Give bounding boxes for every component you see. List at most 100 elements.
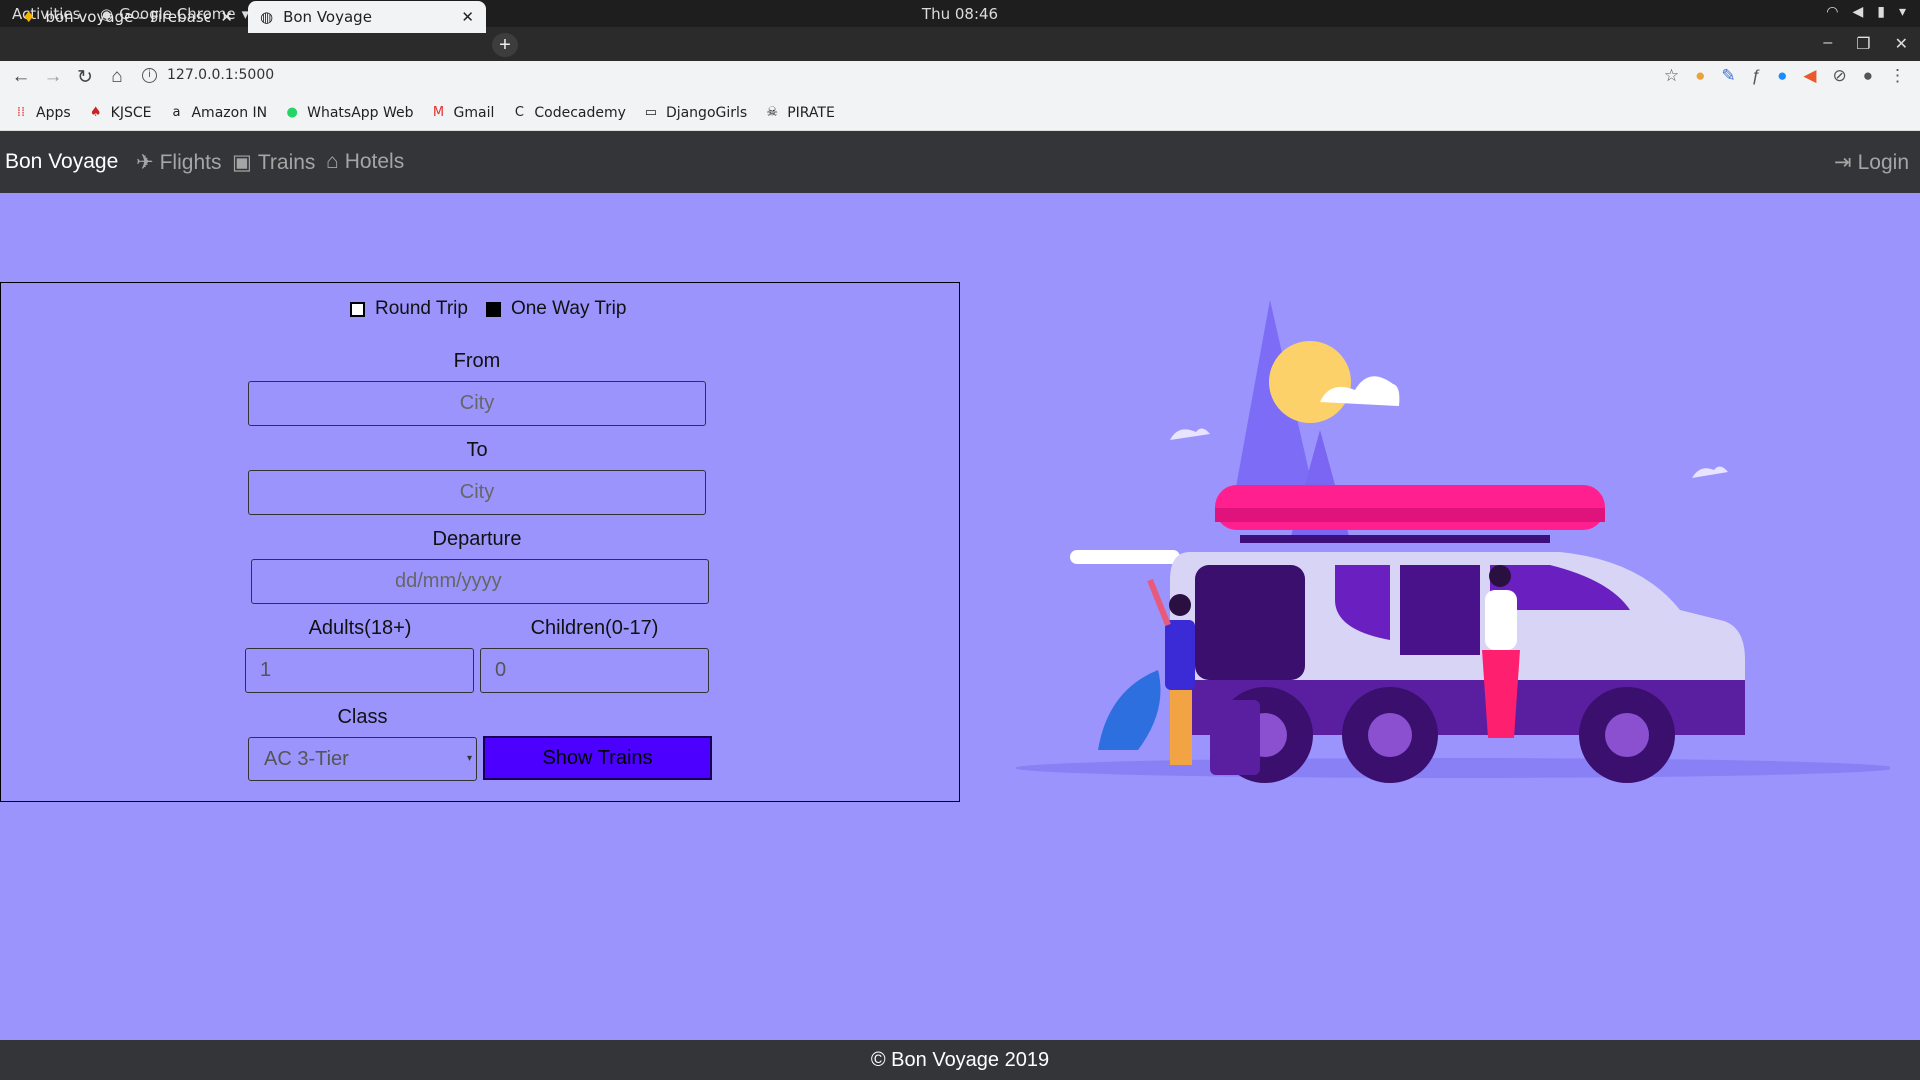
person-arm-shape [1147, 578, 1171, 627]
bookmark-pirate[interactable]: ☠ PIRATE [765, 105, 834, 121]
wheel-hub-shape [1605, 713, 1649, 757]
person-head-shape [1489, 565, 1511, 587]
forward-icon[interactable]: → [41, 66, 65, 88]
extensions-area: ☆ ● ✎ ƒ ● ◀ ⊘ ● ⋮ [1664, 66, 1906, 86]
whatsapp-icon: ● [286, 105, 298, 120]
person-head-shape [1169, 594, 1191, 616]
kjsce-icon: ♠ [89, 105, 102, 120]
tab-firebase[interactable]: ♦ bon voyage – Firebase co ✕ [10, 1, 245, 33]
children-input[interactable]: 0 [480, 648, 709, 693]
nav-login[interactable]: ⇥ Login [1834, 150, 1909, 175]
one-way-trip-label[interactable]: One Way Trip [511, 298, 626, 320]
close-icon[interactable]: ✕ [461, 8, 474, 26]
bookmark-kjsce[interactable]: ♠ KJSCE [89, 105, 152, 121]
person-pants-shape [1170, 690, 1192, 765]
maximize-icon[interactable]: ❐ [1856, 34, 1870, 54]
wifi-icon: ◠ [1826, 4, 1839, 20]
close-window-icon[interactable]: ✕ [1895, 34, 1908, 54]
footer-text: © Bon Voyage 2019 [870, 1049, 1050, 1071]
nav-trains[interactable]: ▣ Trains [232, 150, 315, 175]
apps-grid-icon: ⁞⁞ [16, 105, 26, 120]
address-bar[interactable]: i 127.0.0.1:5000 [142, 67, 274, 83]
bookmarks-bar: ⁞⁞ Apps ♠ KJSCE a Amazon IN ● WhatsApp Web M… [0, 95, 1920, 131]
bookmark-amazon[interactable]: a Amazon IN [169, 105, 268, 121]
tailgate-shape [1070, 550, 1180, 564]
children-label: Children(0-17) [530, 617, 659, 639]
new-tab-button[interactable]: + [492, 33, 518, 57]
reload-icon[interactable]: ↻ [73, 66, 97, 89]
round-trip-checkbox[interactable] [350, 301, 365, 317]
pen-extension-icon[interactable]: ✎ [1721, 66, 1735, 86]
volume-icon: ◀ [1852, 4, 1864, 20]
dropdown-arrow-icon: ▾ [466, 753, 472, 764]
back-icon[interactable]: ← [9, 66, 33, 88]
bookmark-apps[interactable]: ⁞⁞ Apps [14, 105, 71, 121]
book-icon: ▭ [644, 105, 658, 120]
class-select-value: AC 3-Tier [264, 748, 349, 770]
codecademy-icon: C [514, 105, 524, 120]
close-icon[interactable]: ✕ [220, 8, 233, 26]
bookmark-gmail[interactable]: M Gmail [432, 105, 494, 121]
trip-type-selector: Round Trip One Way Trip [350, 298, 626, 320]
amazon-icon: a [172, 105, 181, 120]
cookie-extension-icon[interactable]: ● [1695, 66, 1705, 86]
show-trains-button[interactable]: Show Trains [483, 736, 712, 780]
megaphone-extension-icon[interactable]: ◀ [1803, 66, 1816, 86]
blocked-extension-icon[interactable]: ⊘ [1832, 66, 1846, 86]
tab-bon-voyage[interactable]: ◍ Bon Voyage ✕ [248, 1, 486, 33]
one-way-trip-checkbox[interactable] [485, 301, 501, 317]
car-window-shape [1400, 565, 1480, 655]
bookmark-djangogirls[interactable]: ▭ DjangoGirls [644, 105, 747, 121]
home-icon: ⌂ [326, 150, 339, 173]
roof-rack-shape [1240, 535, 1550, 543]
sign-in-icon: ⇥ [1834, 151, 1852, 174]
plant-shape [1098, 670, 1161, 750]
class-label: Class [337, 706, 388, 728]
menu-icon[interactable]: ⋮ [1889, 66, 1906, 86]
to-input[interactable]: City [248, 470, 706, 515]
gp-extension-icon[interactable]: ● [1777, 66, 1787, 86]
departure-date-input[interactable]: dd/mm/yyyy [251, 559, 709, 604]
adults-input[interactable]: 1 [245, 648, 474, 693]
from-input[interactable]: City [248, 381, 706, 426]
bookmark-whatsapp[interactable]: ● WhatsApp Web [285, 105, 413, 121]
bookmark-codecademy[interactable]: C Codecademy [512, 105, 626, 121]
ground-shadow [1015, 758, 1890, 778]
brand-link[interactable]: Bon Voyage [5, 150, 118, 174]
person-shirt-shape [1165, 620, 1195, 690]
system-tray[interactable]: ◠ ◀ ▮ ▾ [1826, 4, 1906, 20]
kayak-shape [1215, 485, 1605, 530]
suitcase-shape [1210, 700, 1260, 775]
tab-title: Bon Voyage [283, 8, 372, 26]
train-icon: ▣ [232, 151, 252, 174]
nav-hotels[interactable]: ⌂ Hotels [326, 150, 404, 174]
url-text: 127.0.0.1:5000 [167, 67, 275, 83]
browser-toolbar [0, 61, 1920, 95]
from-label: From [453, 350, 501, 372]
to-label: To [466, 439, 488, 461]
minimize-icon[interactable]: – [1823, 34, 1832, 54]
round-trip-label[interactable]: Round Trip [375, 298, 468, 320]
class-select[interactable]: AC 3-Tier ▾ [248, 737, 477, 781]
person-skirt-shape [1482, 650, 1520, 738]
star-icon[interactable]: ☆ [1664, 66, 1679, 86]
adults-label: Adults(18+) [308, 617, 412, 639]
home-icon[interactable]: ⌂ [105, 66, 129, 88]
formula-extension-icon[interactable]: ƒ [1752, 66, 1761, 86]
tab-title: bon voyage – Firebase co [45, 8, 211, 26]
info-icon[interactable]: i [142, 67, 157, 83]
avatar[interactable]: ● [1863, 66, 1873, 86]
gmail-icon: M [432, 105, 445, 120]
nav-flights[interactable]: ✈ Flights [136, 150, 221, 175]
cloud-shape [1692, 466, 1728, 478]
wheel-hub-shape [1368, 713, 1412, 757]
kayak-shape [1215, 508, 1605, 522]
chevron-down-icon: ▾ [1898, 4, 1906, 20]
sun-shape [1269, 341, 1351, 423]
window-controls: – ❐ ✕ [1823, 34, 1908, 54]
plane-icon: ✈ [136, 151, 154, 174]
cloud-shape [1170, 428, 1210, 440]
site-footer: © Bon Voyage 2019 [0, 1040, 1920, 1080]
globe-icon: ◍ [260, 8, 274, 26]
battery-icon: ▮ [1877, 4, 1885, 20]
